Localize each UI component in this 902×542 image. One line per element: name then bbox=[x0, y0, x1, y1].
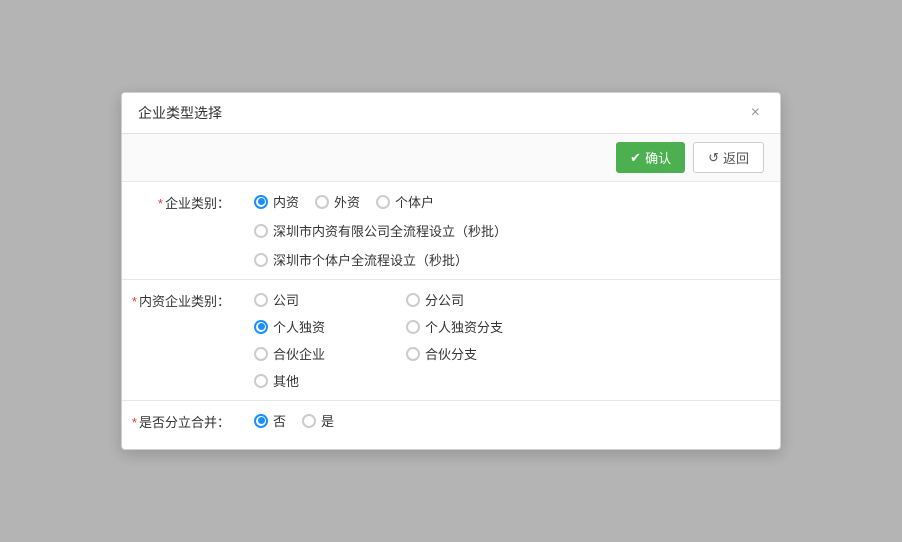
radio-sz-geti-label: 深圳市个体户全流程设立（秒批） bbox=[273, 250, 468, 269]
merge-type-row: *是否分立合并： 否 是 bbox=[122, 401, 780, 449]
radio-gongsi-circle bbox=[254, 293, 268, 307]
radio-neizi-label: 内资 bbox=[273, 192, 299, 211]
radio-sz-neizi-label: 深圳市内资有限公司全流程设立（秒批） bbox=[273, 221, 507, 240]
radio-waizi[interactable]: 外资 bbox=[315, 192, 360, 211]
dialog-header: 企业类型选择 × bbox=[122, 93, 780, 134]
enterprise-type-label: *企业类别： bbox=[122, 182, 242, 226]
dialog-toolbar: ✔ 确认 ↺ 返回 bbox=[122, 134, 780, 182]
radio-no-label: 否 bbox=[273, 411, 286, 430]
radio-yes-label: 是 bbox=[321, 411, 334, 430]
enterprise-type-line3: 深圳市个体户全流程设立（秒批） bbox=[254, 250, 768, 269]
enterprise-type-line2: 深圳市内资有限公司全流程设立（秒批） bbox=[254, 221, 768, 240]
radio-hehuo-circle bbox=[254, 347, 268, 361]
domestic-type-row: *内资企业类别： 公司 分公司 个人独 bbox=[122, 280, 780, 401]
back-icon: ↺ bbox=[708, 150, 719, 166]
radio-fen-gongsi-circle bbox=[406, 293, 420, 307]
close-button[interactable]: × bbox=[747, 103, 764, 123]
radio-geren-duz-label: 个人独资 bbox=[273, 317, 325, 336]
enterprise-type-line1: 内资 外资 个体户 bbox=[254, 192, 768, 211]
radio-gongsi[interactable]: 公司 bbox=[254, 290, 394, 309]
radio-geti-label: 个体户 bbox=[395, 192, 434, 211]
radio-geren-duz-fen[interactable]: 个人独资分支 bbox=[406, 317, 546, 336]
radio-waizi-circle bbox=[315, 195, 329, 209]
dialog-body: *企业类别： 内资 外资 bbox=[122, 182, 780, 449]
radio-hehuo-fen-label: 合伙分支 bbox=[425, 344, 477, 363]
radio-waizi-label: 外资 bbox=[334, 192, 360, 211]
merge-type-line1: 否 是 bbox=[254, 411, 768, 430]
radio-geren-duz-fen-label: 个人独资分支 bbox=[425, 317, 503, 336]
radio-sz-geti[interactable]: 深圳市个体户全流程设立（秒批） bbox=[254, 250, 468, 269]
radio-hehuo-fen[interactable]: 合伙分支 bbox=[406, 344, 546, 363]
confirm-icon: ✔ bbox=[630, 150, 641, 166]
merge-type-label: *是否分立合并： bbox=[122, 401, 242, 445]
radio-geti-circle bbox=[376, 195, 390, 209]
radio-hehuo-label: 合伙企业 bbox=[273, 344, 325, 363]
radio-no[interactable]: 否 bbox=[254, 411, 286, 430]
radio-sz-neizi-circle bbox=[254, 224, 268, 238]
radio-no-circle bbox=[254, 414, 268, 428]
dialog-title: 企业类型选择 bbox=[138, 103, 222, 123]
radio-yes[interactable]: 是 bbox=[302, 411, 334, 430]
radio-hehuo-fen-circle bbox=[406, 347, 420, 361]
radio-gongsi-label: 公司 bbox=[273, 290, 299, 309]
radio-qita[interactable]: 其他 bbox=[254, 371, 394, 390]
domestic-type-grid: 公司 分公司 个人独资 个人独资分支 bbox=[254, 290, 768, 390]
domestic-type-content: 公司 分公司 个人独资 个人独资分支 bbox=[242, 280, 780, 400]
domestic-type-label: *内资企业类别： bbox=[122, 280, 242, 324]
back-label: 返回 bbox=[723, 148, 749, 167]
radio-hehuo[interactable]: 合伙企业 bbox=[254, 344, 394, 363]
dialog-overlay: 企业类型选择 × ✔ 确认 ↺ 返回 *企业类别： bbox=[0, 0, 902, 542]
radio-geti[interactable]: 个体户 bbox=[376, 192, 434, 211]
required-mark2: * bbox=[132, 294, 137, 309]
radio-yes-circle bbox=[302, 414, 316, 428]
radio-qita-label: 其他 bbox=[273, 371, 299, 390]
enterprise-type-row: *企业类别： 内资 外资 bbox=[122, 182, 780, 280]
back-button[interactable]: ↺ 返回 bbox=[693, 142, 764, 173]
confirm-label: 确认 bbox=[645, 148, 671, 167]
required-mark3: * bbox=[132, 415, 137, 430]
radio-neizi[interactable]: 内资 bbox=[254, 192, 299, 211]
confirm-button[interactable]: ✔ 确认 bbox=[616, 142, 685, 173]
radio-sz-geti-circle bbox=[254, 253, 268, 267]
dialog: 企业类型选择 × ✔ 确认 ↺ 返回 *企业类别： bbox=[121, 92, 781, 450]
merge-type-content: 否 是 bbox=[242, 401, 780, 440]
radio-fen-gongsi[interactable]: 分公司 bbox=[406, 290, 546, 309]
radio-qita-circle bbox=[254, 374, 268, 388]
required-mark: * bbox=[158, 196, 163, 211]
enterprise-type-content: 内资 外资 个体户 bbox=[242, 182, 780, 279]
radio-neizi-circle bbox=[254, 195, 268, 209]
radio-geren-duz-fen-circle bbox=[406, 320, 420, 334]
radio-geren-duz-circle bbox=[254, 320, 268, 334]
radio-geren-duz[interactable]: 个人独资 bbox=[254, 317, 394, 336]
radio-sz-neizi[interactable]: 深圳市内资有限公司全流程设立（秒批） bbox=[254, 221, 507, 240]
radio-fen-gongsi-label: 分公司 bbox=[425, 290, 464, 309]
